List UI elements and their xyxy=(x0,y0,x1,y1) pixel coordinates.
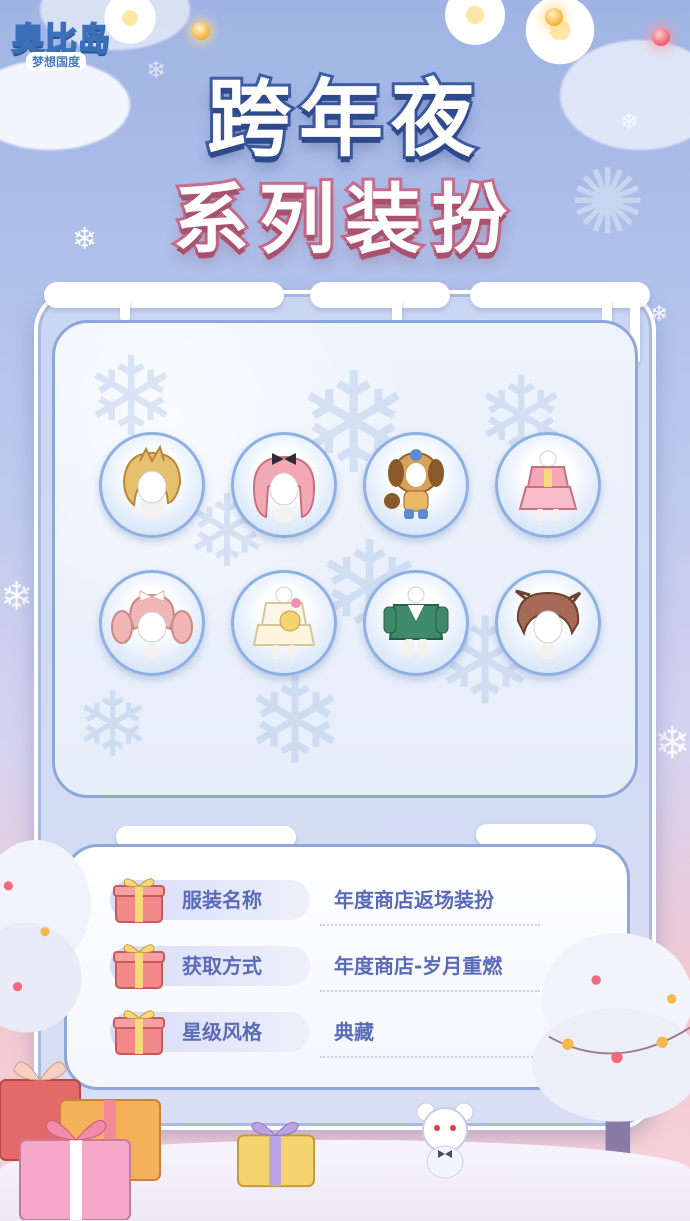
snowy-tree-left xyxy=(0,840,91,1033)
small-gift xyxy=(237,1121,315,1188)
teddy-bear xyxy=(416,1102,474,1179)
items-panel: ❄ ❄ ❄ ❄ ❄ ❄ ❄ ❄ xyxy=(52,320,638,798)
page-title: 跨年夜 xyxy=(204,67,483,171)
outfit-item[interactable] xyxy=(99,432,205,538)
info-value: 典藏 xyxy=(334,1020,374,1044)
info-row-name: 服装名称 年度商店返场装扮 xyxy=(110,874,540,926)
outfit-item[interactable] xyxy=(495,570,601,676)
outfit-item[interactable] xyxy=(363,570,469,676)
page-subtitle: 系列装扮 xyxy=(170,172,517,267)
snow-cap xyxy=(476,824,596,846)
snow-cap xyxy=(470,282,650,308)
pink-twintail-hair-icon xyxy=(111,590,193,659)
brown-hair-icon xyxy=(515,589,582,659)
blonde-hair-icon xyxy=(122,444,182,519)
outfit-item[interactable] xyxy=(363,432,469,538)
gift-icon xyxy=(113,878,165,923)
gift-icon xyxy=(113,944,165,989)
green-jacket-outfit-icon xyxy=(383,586,449,657)
outfit-item[interactable] xyxy=(231,432,337,538)
snow-cap xyxy=(310,282,450,308)
snowy-tree-right xyxy=(531,932,690,1198)
icicle xyxy=(120,300,130,322)
outfit-item[interactable] xyxy=(231,570,337,676)
lolita-dress-icon xyxy=(252,586,316,659)
info-row-method: 获取方式 年度商店-岁月重燃 xyxy=(110,940,540,992)
gift-stack xyxy=(0,1061,161,1220)
pink-dress-icon xyxy=(518,450,578,521)
info-value: 年度商店返场装扮 xyxy=(334,888,494,912)
info-value: 年度商店-岁月重燃 xyxy=(334,954,503,978)
outfit-item[interactable] xyxy=(495,432,601,538)
outfit-item[interactable] xyxy=(99,570,205,676)
pink-hair-bow-icon xyxy=(252,453,316,523)
puppy-costume-icon xyxy=(384,449,444,519)
snow-cap xyxy=(44,282,284,308)
